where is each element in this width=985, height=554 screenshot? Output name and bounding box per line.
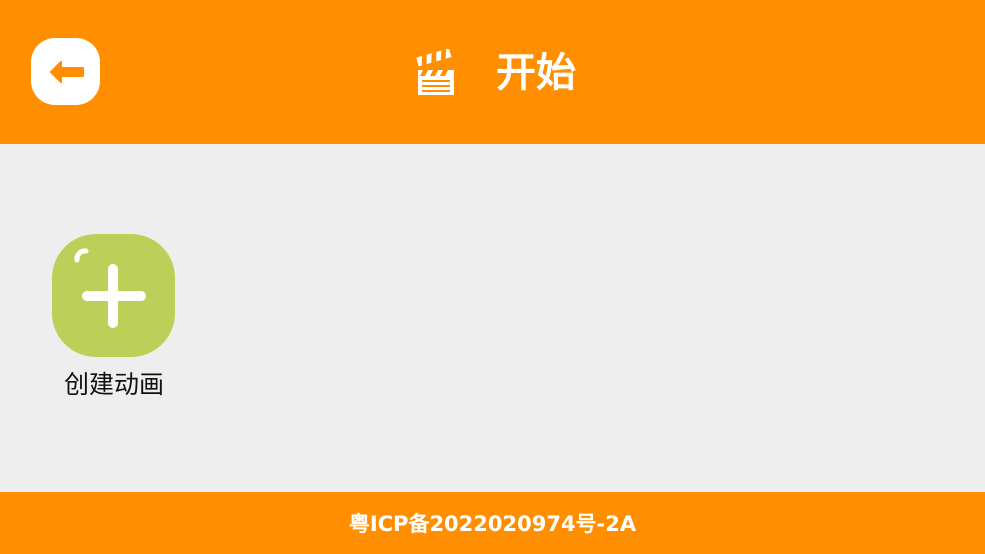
back-button[interactable]	[31, 38, 100, 105]
clapperboard-icon	[416, 49, 454, 95]
page-title: 开始	[496, 50, 576, 96]
create-tile[interactable]	[52, 234, 175, 357]
create-animation-button[interactable]: 创建动画	[52, 234, 176, 399]
icp-record-link[interactable]: 粤ICP备2022020974号-2A	[349, 508, 636, 538]
footer-bar: 粤ICP备2022020974号-2A	[0, 492, 985, 554]
header-bar: 开始	[0, 0, 985, 144]
plus-icon	[74, 248, 146, 328]
create-animation-label: 创建动画	[63, 370, 164, 399]
title-group: 开始	[416, 48, 576, 98]
arrow-left-icon	[50, 61, 84, 83]
